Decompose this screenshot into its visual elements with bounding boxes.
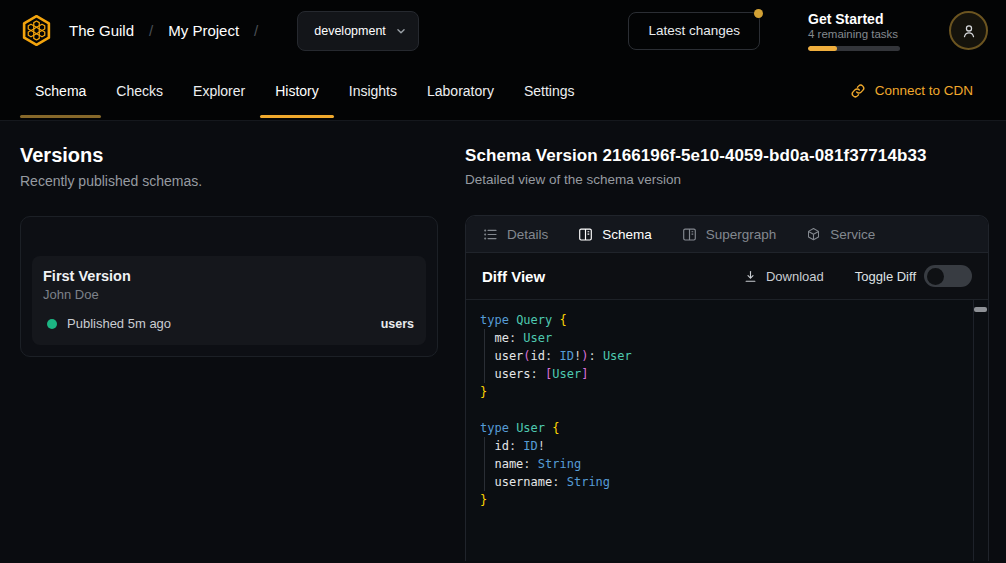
app-header: The Guild / My Project / development Lat… [0,0,1006,61]
columns-icon [682,227,697,242]
tab-schema[interactable]: Schema [20,61,101,120]
main-content: Versions Recently published schemas. Fir… [0,121,1006,561]
schema-version-title: Schema Version 2166196f-5e10-4059-bd0a-0… [465,146,989,166]
versions-section: Versions Recently published schemas. Fir… [20,121,438,561]
toggle-diff-label: Toggle Diff [855,269,916,284]
toggle-diff-switch[interactable] [924,265,972,287]
top-zone: The Guild / My Project / development Lat… [0,0,1006,121]
target-selector-value: development [314,24,386,38]
scrollbar-track [973,300,974,561]
person-icon [960,22,978,40]
download-icon [743,269,758,284]
tab-checks[interactable]: Checks [101,61,178,120]
tab-settings[interactable]: Settings [509,61,590,120]
published-status-dot [47,319,57,329]
scrollbar-thumb[interactable] [974,307,987,312]
download-button[interactable]: Download [743,269,824,284]
schema-version-subtitle: Detailed view of the schema version [465,172,989,187]
get-started-title: Get Started [808,11,903,27]
schema-version-section: Schema Version 2166196f-5e10-4059-bd0a-0… [465,121,989,561]
versions-title: Versions [20,144,438,167]
connect-to-cdn-label: Connect to CDN [875,83,973,98]
version-status: Published 5m ago [67,316,171,331]
user-avatar[interactable] [949,11,988,50]
link-icon [850,83,866,99]
breadcrumb: The Guild / My Project / [69,22,273,39]
diff-view-title: Diff View [482,268,545,285]
version-author: John Doe [43,287,414,302]
project-nav: Schema Checks Explorer History Insights … [0,61,1006,121]
latest-changes-label: Latest changes [648,23,740,38]
breadcrumb-separator: / [149,22,153,39]
target-selector[interactable]: development [297,11,419,51]
breadcrumb-project[interactable]: My Project [168,22,239,39]
version-name: First Version [43,268,414,284]
get-started-subtitle: 4 remaining tasks [808,28,903,40]
version-list-item[interactable]: First Version John Doe Published 5m ago … [32,256,426,345]
get-started-progressbar [808,46,900,51]
panel-tab-schema[interactable]: Schema [578,227,652,242]
code-block[interactable]: type Query { me: User user(id: ID!): Use… [480,311,974,509]
schema-version-panel: Details Schema Supergraph Service Diff V… [465,215,989,561]
columns-icon [578,227,593,242]
breadcrumb-org[interactable]: The Guild [69,22,134,39]
download-label: Download [766,269,824,284]
connect-to-cdn-link[interactable]: Connect to CDN [850,61,973,120]
versions-list-card: First Version John Doe Published 5m ago … [20,216,438,357]
get-started-widget[interactable]: Get Started 4 remaining tasks [808,11,903,51]
chevron-down-icon [394,24,408,38]
guild-logo-icon[interactable] [20,14,53,47]
panel-tab-supergraph[interactable]: Supergraph [682,227,777,242]
schema-code-container: type Query { me: User user(id: ID!): Use… [466,299,988,561]
panel-tab-details[interactable]: Details [483,227,548,242]
tab-insights[interactable]: Insights [334,61,412,120]
breadcrumb-separator: / [254,22,258,39]
notification-dot [754,9,763,18]
tab-laboratory[interactable]: Laboratory [412,61,509,120]
versions-subtitle: Recently published schemas. [20,173,438,189]
list-icon [483,227,498,242]
version-service-badge: users [381,317,414,331]
box-icon [806,227,821,242]
latest-changes-button[interactable]: Latest changes [628,12,760,50]
tab-explorer[interactable]: Explorer [178,61,260,120]
panel-tabbar: Details Schema Supergraph Service [466,216,988,253]
diff-view-header: Diff View Download Toggle Diff [466,253,988,299]
tab-history[interactable]: History [260,61,334,120]
toggle-knob [927,268,944,285]
panel-tab-service[interactable]: Service [806,227,875,242]
